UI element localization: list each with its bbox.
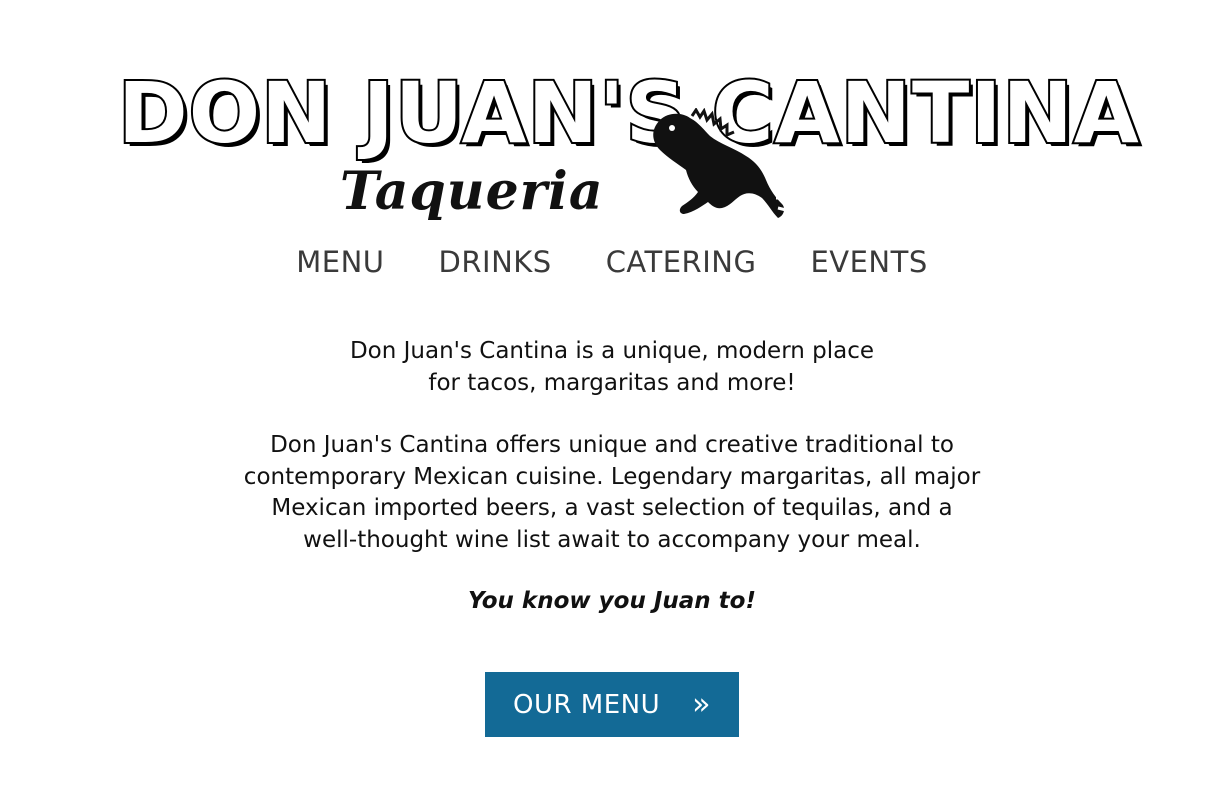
logo-script-taqueria: Taqueria [340,161,604,222]
main-content: Don Juan's Cantina is a unique, modern p… [112,336,1112,618]
description-line: Mexican imported beers, a vast selection… [271,495,953,521]
nav-item-events[interactable]: EVENTS [807,245,930,279]
main-nav: MENU DRINKS CATERING EVENTS [296,240,927,284]
our-menu-button-label: OUR MENU [512,689,661,720]
description-paragraph: Don Juan's Cantina offers unique and cre… [112,430,1112,556]
double-chevron-right-icon: » [692,686,712,722]
nav-item-catering[interactable]: CATERING [603,245,760,279]
our-menu-button[interactable]: OUR MENU » [485,672,739,737]
tagline: You know you Juan to! [468,588,756,614]
description-line: well-thought wine list await to accompan… [303,526,921,553]
description-line: contemporary Mexican cuisine. Legendary … [243,463,981,490]
nav-item-menu[interactable]: MENU [293,245,387,279]
intro-line: for tacos, margaritas and more! [428,369,796,396]
nav-item-drinks[interactable]: DRINKS [436,245,555,279]
logo-title-left: DON JUAN'S [116,64,688,162]
intro-line: Don Juan's Cantina is a unique, modern p… [349,338,875,364]
description-line: Don Juan's Cantina offers unique and cre… [270,432,954,458]
intro-paragraph: Don Juan's Cantina is a unique, modern p… [112,336,1112,399]
site-logo[interactable]: DON JUAN'S CANTINA Taqueria [112,58,1141,238]
iguana-icon [653,108,787,218]
